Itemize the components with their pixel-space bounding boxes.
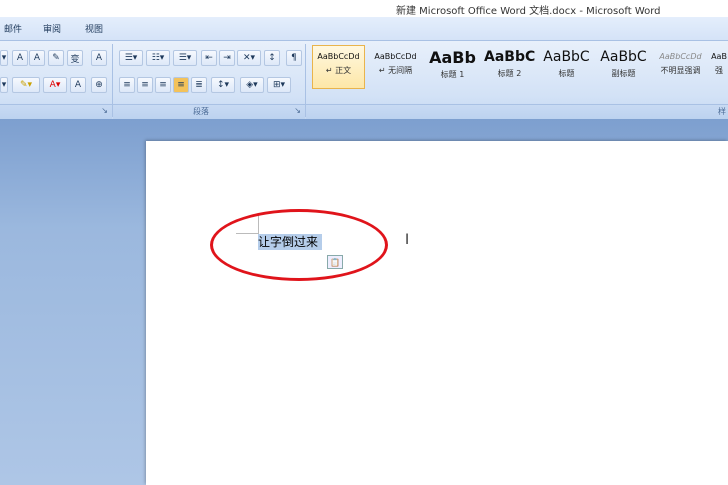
decrease-indent-icon[interactable]: ⇤ xyxy=(201,50,217,66)
grow-font-icon[interactable]: A xyxy=(12,50,28,66)
style-no-spacing[interactable]: AaBbCcDd ↵ 无间隔 xyxy=(369,45,422,89)
dialog-launcher-icon[interactable]: ↘ xyxy=(101,106,108,115)
font-size-dropdown-icon[interactable]: ▾ xyxy=(0,50,8,66)
show-marks-icon[interactable]: ¶ xyxy=(286,50,302,66)
ribbon-tabs: 邮件 审阅 视图 xyxy=(0,17,728,41)
numbering-icon[interactable]: ☷▾ xyxy=(146,50,170,66)
bullets-icon[interactable]: ☰▾ xyxy=(119,50,143,66)
style-title[interactable]: AaBbC 标题 xyxy=(540,45,593,89)
style-name: ↵ 正文 xyxy=(325,66,352,75)
style-sample: AaBbC xyxy=(600,49,647,65)
style-name: 不明显强调 xyxy=(660,66,701,75)
font-group-footer: ↘ xyxy=(0,104,112,119)
document-page[interactable] xyxy=(146,141,728,485)
font-color-icon[interactable]: A▾ xyxy=(43,77,67,93)
char-shading-icon[interactable]: A xyxy=(70,77,86,93)
multilevel-list-icon[interactable]: ☰▾ xyxy=(173,50,197,66)
paragraph-group-label: 段落 xyxy=(193,107,209,116)
chinese-layout-icon[interactable]: ✕▾ xyxy=(237,50,261,66)
style-strong[interactable]: AaB 强 xyxy=(710,45,728,89)
align-right-icon[interactable]: ≡ xyxy=(155,77,171,93)
style-heading-1[interactable]: AaBb 标题 1 xyxy=(426,45,479,89)
style-sample: AaB xyxy=(711,52,727,61)
shrink-font-icon[interactable]: A xyxy=(29,50,45,66)
style-subtitle[interactable]: AaBbC 副标题 xyxy=(597,45,650,89)
paragraph-dialog-launcher-icon[interactable]: ↘ xyxy=(294,106,301,115)
clear-format-icon[interactable]: ✎ xyxy=(48,50,64,66)
phonetic-guide-icon[interactable]: 变 xyxy=(67,50,83,66)
style-name: ↵ 无间隔 xyxy=(378,66,413,75)
title-bar: 新建 Microsoft Office Word 文档.docx - Micro… xyxy=(0,0,728,17)
style-subtle-emphasis[interactable]: AaBbCcDd 不明显强调 xyxy=(654,45,707,89)
paragraph-group-footer: 段落 ↘ xyxy=(113,104,305,119)
ibeam-cursor-icon: I xyxy=(405,232,410,248)
align-center-icon[interactable]: ≡ xyxy=(137,77,153,93)
tab-review[interactable]: 审阅 xyxy=(43,22,61,35)
style-sample: AaBbCcDd xyxy=(374,52,417,61)
char-border-icon[interactable]: A xyxy=(91,50,107,66)
line-spacing-icon[interactable]: ↕▾ xyxy=(211,77,235,93)
style-name: 标题 xyxy=(558,69,575,78)
styles-group-label: 样 xyxy=(718,107,726,116)
style-sample: AaBbC xyxy=(543,49,590,65)
style-name: 副标题 xyxy=(611,69,636,78)
style-heading-2[interactable]: AaBbC 标题 2 xyxy=(483,45,536,89)
highlight-color-icon[interactable]: ✎▾ xyxy=(12,77,40,93)
style-sample: AaBbCcDd xyxy=(659,52,702,61)
tab-mailings[interactable]: 邮件 xyxy=(4,22,22,35)
style-normal[interactable]: AaBbCcDd ↵ 正文 xyxy=(312,45,365,89)
increase-indent-icon[interactable]: ⇥ xyxy=(219,50,235,66)
style-name: 标题 2 xyxy=(497,69,522,78)
shading-icon[interactable]: ◈▾ xyxy=(240,77,264,93)
align-left-icon[interactable]: ≡ xyxy=(119,77,135,93)
style-name: 强 xyxy=(715,66,723,75)
borders-icon[interactable]: ⊞▾ xyxy=(267,77,291,93)
font-effects-dropdown-icon[interactable]: ▾ xyxy=(0,77,8,93)
style-sample: AaBb xyxy=(429,48,476,67)
distributed-icon[interactable]: ≣ xyxy=(191,77,207,93)
styles-group-footer: 样 xyxy=(306,104,728,119)
style-sample: AaBbCcDd xyxy=(317,52,360,61)
tab-view[interactable]: 视图 xyxy=(85,22,103,35)
enclose-char-icon[interactable]: ⊕ xyxy=(91,77,107,93)
window-title: 新建 Microsoft Office Word 文档.docx - Micro… xyxy=(396,6,661,17)
style-name: 标题 1 xyxy=(440,70,465,79)
annotation-ellipse xyxy=(210,209,388,281)
style-sample: AaBbC xyxy=(484,49,535,65)
sort-icon[interactable]: ↕ xyxy=(264,50,280,66)
justify-icon[interactable]: ≡ xyxy=(173,77,189,93)
